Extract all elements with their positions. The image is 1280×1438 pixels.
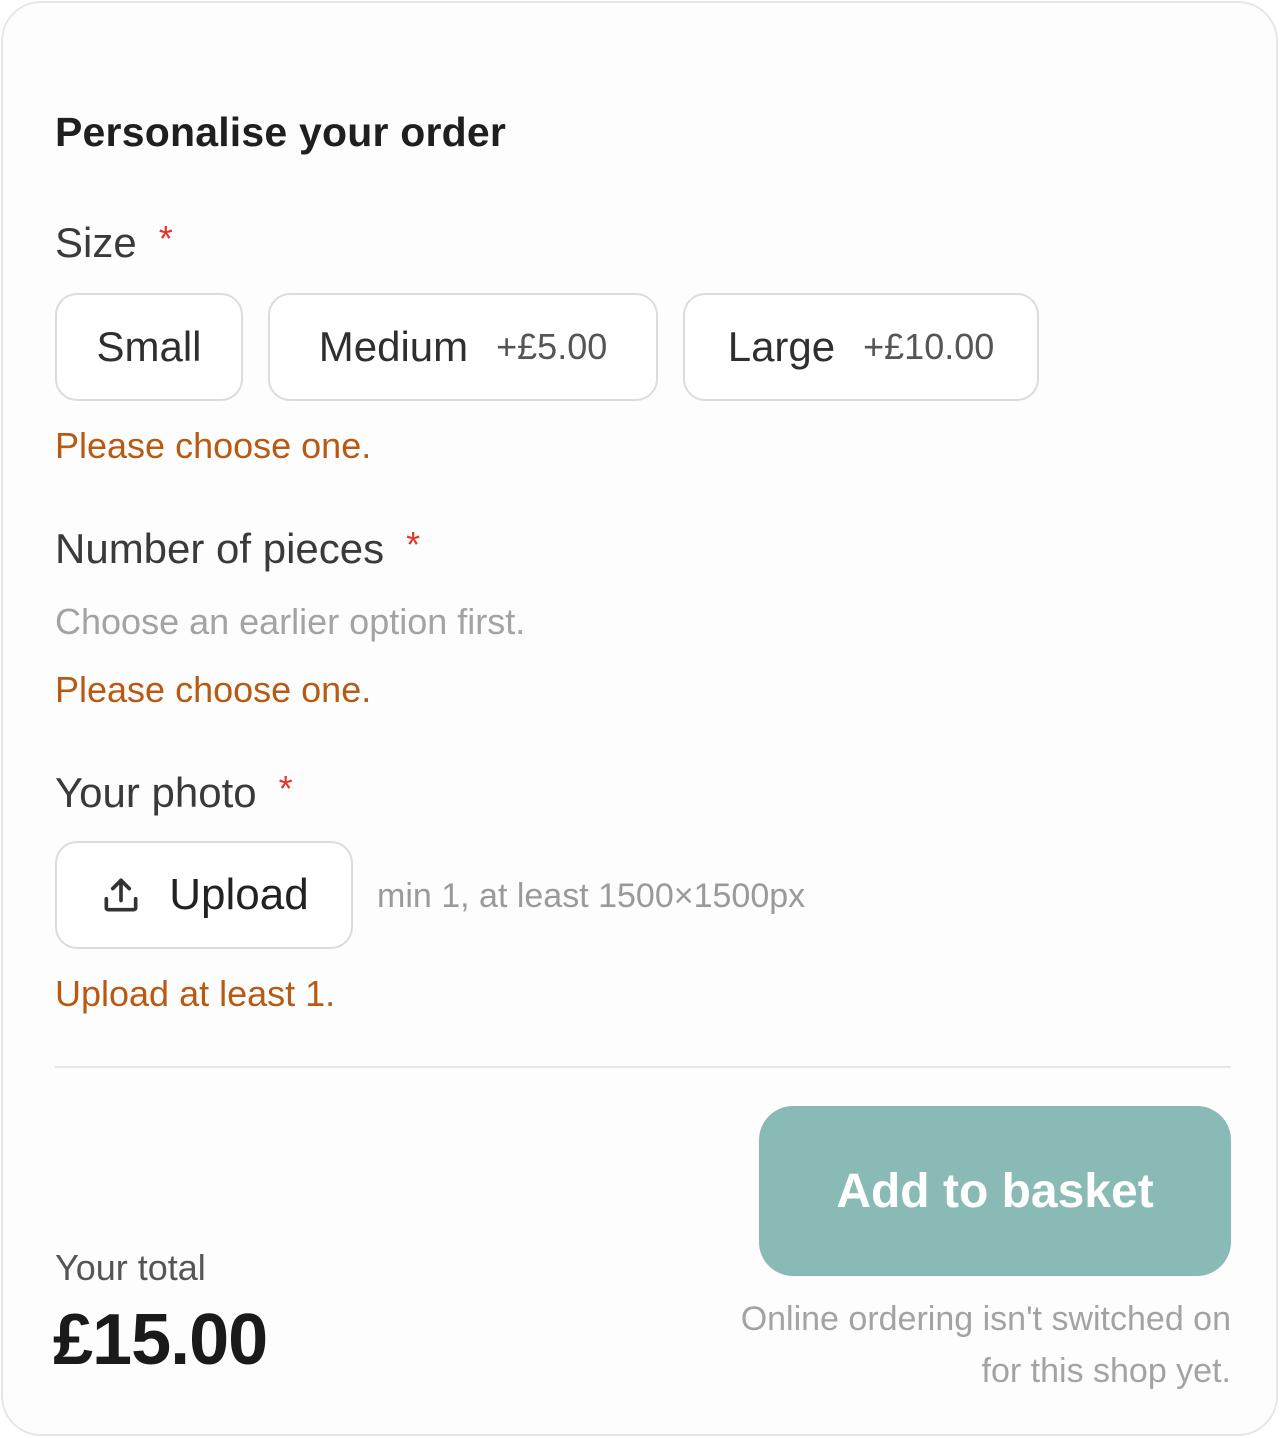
size-option-small[interactable]: Small [55,293,243,401]
size-option-label: Large [727,323,836,370]
size-label-row: Size * [55,218,173,267]
size-option-label: Medium [318,323,469,370]
divider [55,1066,1231,1068]
size-option-price: +£5.00 [496,326,608,367]
pieces-label: Number of pieces [55,525,385,572]
required-marker: * [158,218,173,259]
order-card: Personalise your order Size * Small Mediu… [1,1,1278,1436]
upload-button[interactable]: Upload [55,841,353,949]
upload-icon [104,878,138,912]
add-to-basket-button[interactable]: Add to basket [759,1106,1231,1276]
size-option-large[interactable]: Large +£10.00 [683,293,1039,401]
pieces-label-row: Number of pieces * [55,524,421,573]
size-option-price: +£10.00 [863,326,995,367]
total-value: £15.00 [53,1300,268,1380]
photo-label-row: Your photo * [55,768,293,817]
photo-label: Your photo [55,769,257,816]
form-title: Personalise your order [55,109,507,155]
required-marker: * [406,524,421,565]
upload-label: Upload [169,870,309,919]
total-label: Your total [55,1247,206,1288]
size-option-medium[interactable]: Medium +£5.00 [268,293,658,401]
photo-error: Upload at least 1. [55,973,336,1014]
pieces-hint: Choose an earlier option first. [55,601,526,642]
ordering-notice: Online ordering isn't switched on for th… [740,1300,1231,1390]
pieces-error: Please choose one. [55,669,372,710]
required-marker: * [278,768,293,809]
size-option-label: Small [96,323,202,370]
size-label: Size [55,219,137,266]
size-error: Please choose one. [55,425,372,466]
upload-requirements: min 1, at least 1500×1500px [377,877,806,915]
